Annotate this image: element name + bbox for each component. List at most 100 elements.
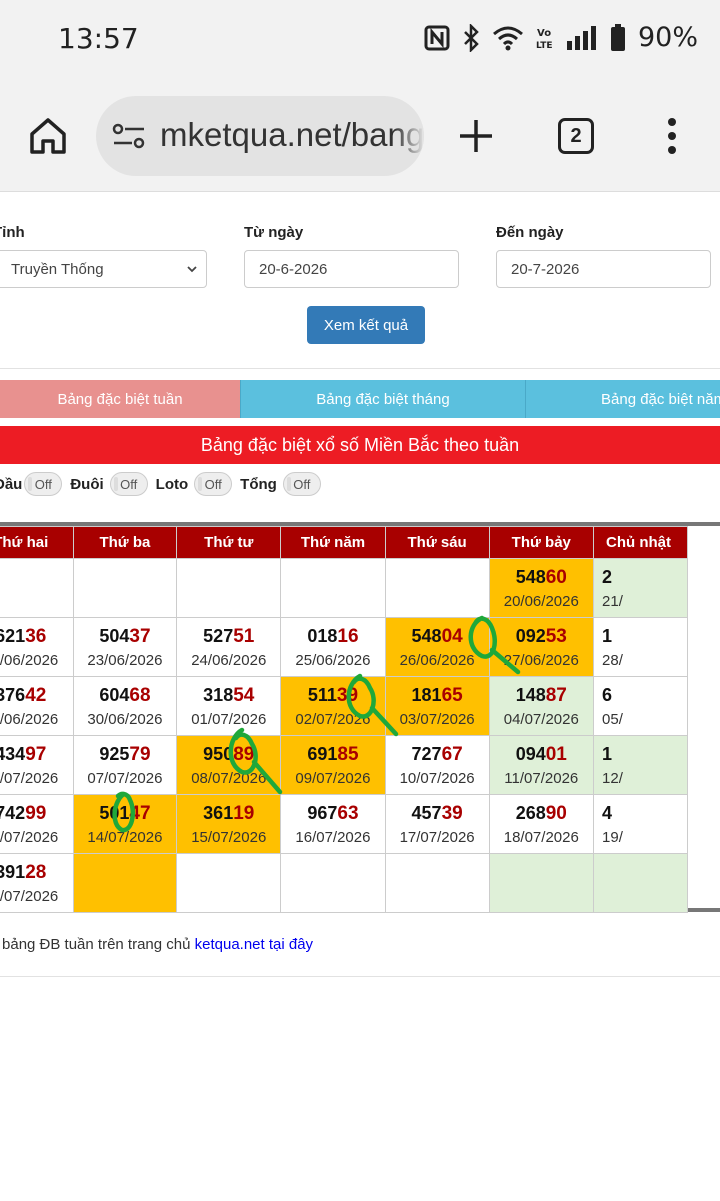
result-date: 26/06/2026 — [399, 651, 475, 669]
result-number: 60468 — [74, 683, 177, 708]
header-wednesday: Thứ tư — [176, 526, 282, 559]
table-row: 62136 22/06/2026 50437 23/06/2026 52751 24/06… — [0, 617, 688, 677]
table-row: 74299 13/07/2026 50147 14/07/2026 36119 15/07… — [0, 794, 688, 854]
number-head: 391 — [0, 861, 26, 882]
result-date: 29/06/2026 — [0, 710, 59, 728]
result-date: 09/07/2026 — [295, 769, 371, 787]
result-date: 13/07/2026 — [0, 828, 59, 846]
result-number: 54860 — [490, 565, 594, 590]
result-cell: 45739 17/07/2026 — [384, 794, 490, 854]
to-date-input[interactable]: 20-7-2026 — [496, 250, 711, 288]
number-tail: 19 — [233, 802, 255, 824]
result-date: 18/07/2026 — [503, 828, 579, 846]
tab-monthly[interactable]: Bảng đặc biệt tháng — [240, 380, 525, 418]
table-row: 39128 20/07/2026 — [0, 853, 688, 913]
toggle-duoi[interactable]: Off — [109, 472, 148, 496]
from-date-label: Từ ngày — [244, 224, 304, 241]
result-cell: 6 05/ — [593, 676, 688, 736]
toggle-loto[interactable]: Off — [194, 472, 233, 496]
footer-note: Xem bảng ĐB tuần trên trang chủ ketqua.n… — [0, 936, 313, 953]
address-bar[interactable]: mketqua.net/bang — [96, 96, 424, 176]
result-cell — [0, 558, 74, 618]
tab-weekly[interactable]: Bảng đặc biệt tuần — [0, 380, 240, 418]
number-tail: 28 — [25, 861, 47, 883]
toggle-tong[interactable]: Off — [282, 472, 321, 496]
footer-link[interactable]: ketqua.net tại đây — [195, 936, 313, 953]
result-date: 28/ — [602, 651, 623, 669]
toggle-dau[interactable]: Off — [24, 472, 63, 496]
result-number: 69185 — [281, 742, 385, 767]
result-cell — [280, 558, 386, 618]
number-tail: 99 — [25, 802, 47, 824]
toggle-label-duoi: Đuôi — [70, 475, 104, 493]
header-thursday: Thứ năm — [280, 526, 386, 559]
result-cell: 60468 30/06/2026 — [72, 676, 178, 736]
number-tail: 87 — [545, 684, 567, 706]
result-cell — [593, 853, 688, 913]
result-number: 14887 — [490, 683, 594, 708]
from-date-input[interactable]: 20-6-2026 — [244, 250, 459, 288]
number-head: 434 — [0, 743, 26, 764]
results-table: Thứ hai Thứ ba Thứ tư Thứ năm Thứ sáu Th… — [0, 526, 688, 913]
result-cell — [384, 853, 490, 913]
result-number: 01816 — [281, 624, 385, 649]
more-menu-icon[interactable] — [662, 118, 682, 154]
tab-switcher-button[interactable]: 2 — [558, 118, 594, 154]
number-head: 727 — [411, 743, 442, 764]
result-cell: 18165 03/07/2026 — [384, 676, 490, 736]
number-head: 504 — [99, 625, 130, 646]
number-head: 181 — [411, 684, 442, 705]
result-date: 16/07/2026 — [295, 828, 371, 846]
number-head: 1 — [602, 743, 613, 764]
site-settings-icon[interactable] — [112, 122, 146, 150]
result-number: 92579 — [74, 742, 177, 767]
tab-yearly[interactable]: Bảng đặc biệt năm — [525, 380, 720, 418]
province-select[interactable]: Truyền Thống — [0, 250, 207, 288]
result-date: 27/06/2026 — [503, 651, 579, 669]
result-date: 14/07/2026 — [87, 828, 163, 846]
result-number: 50437 — [74, 624, 177, 649]
number-tail: 63 — [337, 802, 359, 824]
number-tail: 85 — [337, 743, 359, 765]
number-head: 511 — [307, 684, 337, 705]
home-icon[interactable] — [28, 116, 68, 156]
signal-icon — [566, 25, 596, 50]
result-cell: 1 28/ — [593, 617, 688, 677]
result-cell: 14887 04/07/2026 — [488, 676, 595, 736]
result-number: 1 — [602, 742, 687, 767]
table-header-row: Thứ hai Thứ ba Thứ tư Thứ năm Thứ sáu Th… — [0, 526, 688, 559]
result-number: 62136 — [0, 624, 73, 649]
result-date: 05/ — [602, 710, 623, 728]
volte-icon: Vo LTE — [536, 28, 553, 51]
header-sunday: Chủ nhật — [593, 526, 688, 559]
number-head: 604 — [99, 684, 130, 705]
battery-icon — [610, 23, 625, 51]
province-label: Tỉnh — [0, 224, 25, 241]
new-tab-icon[interactable] — [458, 118, 494, 154]
result-number: 18165 — [386, 683, 489, 708]
number-tail: 97 — [25, 743, 47, 765]
result-cell: 54804 26/06/2026 — [384, 617, 490, 677]
result-cell: 74299 13/07/2026 — [0, 794, 74, 854]
result-date: 04/07/2026 — [503, 710, 579, 728]
view-results-button[interactable]: Xem kết quả — [307, 306, 425, 344]
number-head: 4 — [602, 802, 613, 823]
table-row: 43497 06/07/2026 92579 07/07/2026 95089 08/07… — [0, 735, 688, 795]
result-cell: 01816 25/06/2026 — [280, 617, 386, 677]
result-number: 74299 — [0, 801, 73, 826]
result-cell — [176, 853, 282, 913]
result-cell: 09253 27/06/2026 — [488, 617, 595, 677]
battery-level: 90% — [637, 22, 698, 53]
header-tuesday: Thứ ba — [72, 526, 178, 559]
result-date: 06/07/2026 — [0, 769, 59, 787]
result-date: 23/06/2026 — [87, 651, 163, 669]
footer-text: Xem bảng ĐB tuần trên trang chủ — [0, 936, 191, 953]
table-row: 54860 20/06/2026 2 21/ — [0, 558, 688, 618]
search-form: Tỉnh Truyền Thống Từ ngày 20-6-2026 Đến … — [0, 192, 720, 368]
result-cell: 72767 10/07/2026 — [384, 735, 490, 795]
result-date: 12/ — [602, 769, 623, 787]
result-number: 4 — [602, 801, 687, 826]
result-cell: 1 12/ — [593, 735, 688, 795]
result-number: 52751 — [177, 624, 280, 649]
result-cell — [488, 853, 595, 913]
